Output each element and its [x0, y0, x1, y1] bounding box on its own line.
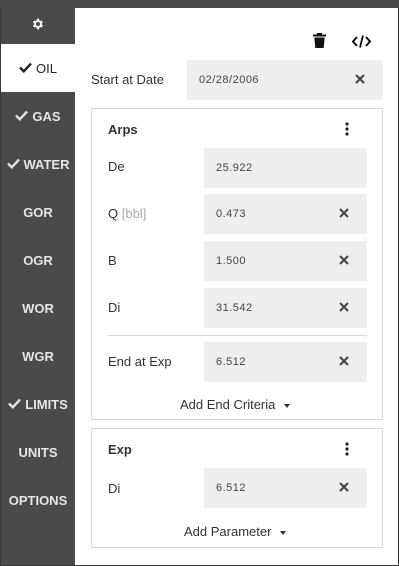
- param-value-q: 0.473: [216, 208, 247, 220]
- start-date-field[interactable]: 02/28/2006: [187, 60, 383, 100]
- close-icon[interactable]: [337, 300, 351, 314]
- close-icon[interactable]: [337, 253, 351, 267]
- check-icon: [6, 157, 20, 172]
- main-panel: Start at Date 02/28/2006 Arps De 25.922 …: [75, 8, 398, 565]
- arps-card: Arps De 25.922 Q [bbl] 0.473 B 1.500 Di …: [91, 108, 383, 420]
- nav-wgr[interactable]: WGR: [1, 332, 75, 380]
- exp-param-field-di[interactable]: 6.512: [204, 468, 367, 508]
- nav-units-label: UNITS: [18, 444, 58, 460]
- nav-units[interactable]: UNITS: [1, 428, 75, 476]
- check-icon: [8, 397, 22, 412]
- param-q-name: Q: [108, 206, 119, 221]
- caret-down-icon: [284, 403, 291, 408]
- close-icon[interactable]: [353, 72, 367, 86]
- nav-water[interactable]: WATER: [1, 140, 75, 188]
- param-label-b: B: [108, 253, 117, 268]
- param-value-di: 31.542: [216, 302, 253, 314]
- nav-wgr-label: WGR: [22, 348, 54, 364]
- nav-gor-label: GOR: [23, 204, 53, 220]
- check-icon: [19, 61, 32, 76]
- nav-water-label: WATER: [23, 156, 70, 172]
- close-icon[interactable]: [337, 206, 351, 220]
- close-icon[interactable]: [337, 354, 351, 368]
- add-end-criteria-label: Add End Criteria: [180, 397, 276, 412]
- end-criteria-value: 6.512: [216, 356, 247, 368]
- param-label-q: Q [bbl]: [108, 206, 146, 221]
- end-criteria-field[interactable]: 6.512: [204, 342, 367, 382]
- settings-button[interactable]: [1, 8, 75, 44]
- divider: [108, 335, 367, 336]
- nav-options[interactable]: OPTIONS: [1, 476, 75, 524]
- gear-icon: [31, 17, 45, 36]
- trash-icon[interactable]: [313, 33, 326, 53]
- nav-limits-label: LIMITS: [25, 396, 68, 412]
- nav-oil-label: OIL: [36, 60, 57, 76]
- more-options-icon[interactable]: [342, 442, 352, 456]
- exp-card: Exp Di 6.512 Add Parameter: [91, 428, 383, 548]
- nav-options-label: OPTIONS: [8, 492, 68, 508]
- param-field-b[interactable]: 1.500: [204, 241, 367, 281]
- param-field-q[interactable]: 0.473: [204, 194, 367, 234]
- add-parameter-label: Add Parameter: [184, 524, 272, 539]
- exp-param-label-di: Di: [108, 481, 121, 496]
- param-label-de: De: [108, 159, 125, 174]
- code-icon[interactable]: [351, 35, 372, 53]
- param-value-b: 1.500: [216, 255, 247, 267]
- start-date-label: Start at Date: [91, 72, 164, 87]
- nav-gor[interactable]: GOR: [1, 188, 75, 236]
- check-icon: [15, 109, 29, 124]
- top-bar: [0, 0, 399, 8]
- nav-limits[interactable]: LIMITS: [1, 380, 75, 428]
- param-field-de[interactable]: 25.922: [204, 148, 367, 188]
- exp-title: Exp: [108, 442, 132, 457]
- nav-ogr-label: OGR: [23, 252, 53, 268]
- param-value-de: 25.922: [216, 162, 253, 174]
- exp-param-value-di: 6.512: [216, 482, 247, 494]
- param-field-di[interactable]: 31.542: [204, 288, 367, 328]
- param-label-di: Di: [108, 300, 121, 315]
- close-icon[interactable]: [337, 480, 351, 494]
- end-criteria-label: End at Exp: [108, 354, 172, 369]
- arps-title: Arps: [108, 122, 138, 137]
- nav-ogr[interactable]: OGR: [1, 236, 75, 284]
- nav-oil[interactable]: OIL: [1, 44, 75, 92]
- sidebar: OIL GAS WATER GOR OGR WOR WGR LIMITS UNI…: [1, 8, 75, 565]
- more-options-icon[interactable]: [342, 122, 352, 136]
- start-date-value: 02/28/2006: [199, 74, 260, 86]
- nav-gas[interactable]: GAS: [1, 92, 75, 140]
- add-end-criteria-button[interactable]: Add End Criteria: [180, 397, 291, 412]
- nav-gas-label: GAS: [32, 108, 61, 124]
- nav-wor-label: WOR: [22, 300, 54, 316]
- add-parameter-button[interactable]: Add Parameter: [184, 524, 287, 539]
- nav-wor[interactable]: WOR: [1, 284, 75, 332]
- param-q-unit: [bbl]: [121, 206, 147, 221]
- caret-down-icon: [280, 530, 287, 535]
